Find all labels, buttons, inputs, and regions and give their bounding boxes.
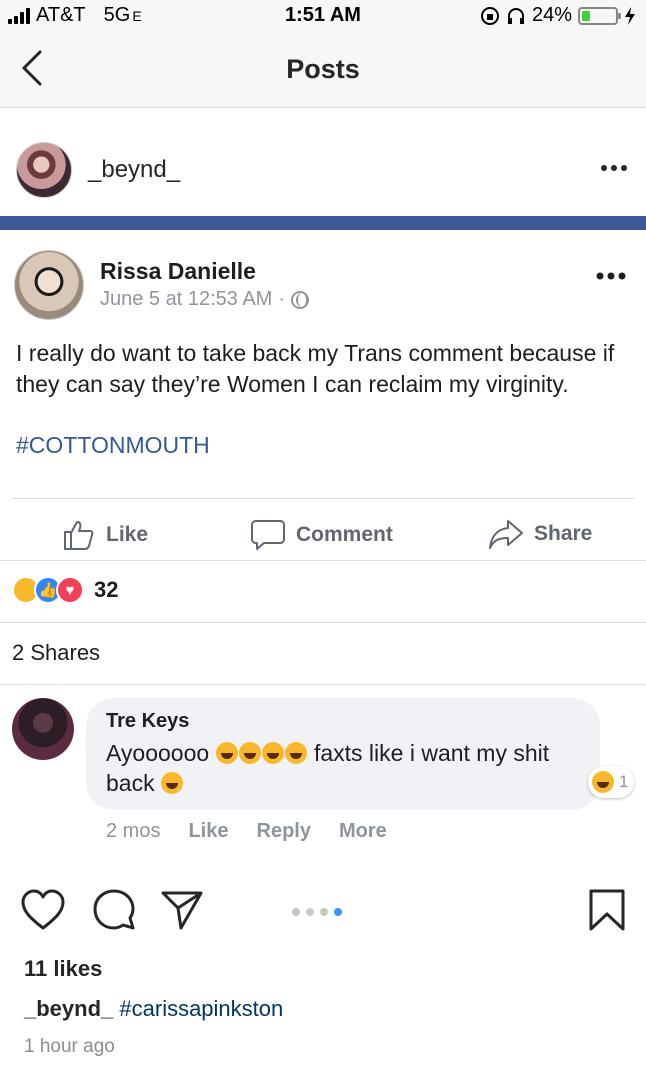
battery-percent: 24% (531, 4, 572, 26)
heart-icon[interactable] (20, 888, 66, 932)
bookmark-icon[interactable] (588, 888, 626, 932)
globe-icon (291, 290, 310, 309)
fb-action-row: Like Comment Share (0, 510, 646, 570)
comment-more: More (338, 820, 387, 842)
fb-like-button: Like (62, 518, 148, 552)
caption: _beynd_ #carissapinkston (24, 996, 283, 1022)
fb-like-label: Like (106, 523, 149, 546)
speech-bubble-icon[interactable] (92, 888, 136, 932)
signal-icon (8, 7, 30, 24)
carousel-dot (334, 908, 342, 916)
share-arrow-icon (489, 520, 523, 549)
post-username[interactable]: _beynd_ (88, 156, 180, 184)
comment-text: Ayoooooo faxts like i want my shit back (106, 740, 550, 796)
caption-hashtag[interactable]: #carissapinkston (119, 996, 283, 1021)
fb-hashtag: #COTTONMOUTH (16, 432, 210, 458)
fb-avatar (14, 250, 84, 320)
post-time: 1 hour ago (24, 1036, 115, 1057)
comment-like: Like (188, 820, 229, 842)
post-image[interactable]: Rissa Danielle June 5 at 12:53 AM · I re… (0, 230, 646, 860)
comment-bubble: Tre Keys Ayoooooo faxts like i want my s… (86, 698, 600, 810)
network-label: 5G E (103, 4, 142, 26)
haha-reaction-icon (592, 771, 614, 793)
fb-comment-button: Comment (250, 518, 393, 552)
share-count: 2 Shares (12, 640, 101, 665)
comment-author: Tre Keys (106, 710, 190, 732)
comment-bubble-icon (251, 520, 285, 550)
fb-share-button: Share (488, 518, 592, 550)
laughing-emoji-icon (284, 742, 307, 764)
comment-avatar (12, 698, 74, 760)
nav-bar: Posts (0, 30, 646, 108)
fb-post-text: I really do want to take back my Trans c… (16, 340, 615, 397)
status-right: 24% (480, 4, 636, 27)
divider (0, 560, 646, 561)
page-title: Posts (286, 54, 360, 84)
battery-icon (578, 6, 621, 25)
ig-action-bar (0, 888, 646, 938)
like-count[interactable]: 11 likes (24, 956, 102, 982)
fb-author-name: Rissa Danielle (100, 258, 256, 284)
carousel-dot (292, 908, 300, 916)
more-dots-icon[interactable] (600, 164, 628, 172)
caption-username[interactable]: _beynd_ (24, 996, 113, 1021)
avatar[interactable] (16, 142, 72, 198)
comment-reply: Reply (256, 820, 311, 842)
carousel-dot (306, 908, 314, 916)
divider (12, 498, 634, 499)
comment-actions: 2 mos Like Reply More (106, 820, 387, 843)
fb-reactions: 👍 ♥ 32 (12, 576, 118, 604)
reaction-count: 32 (94, 577, 119, 602)
headphones-icon (507, 7, 524, 24)
fb-post-meta: June 5 at 12:53 AM · (100, 288, 310, 311)
carrier-label: AT&T (36, 4, 86, 26)
divider (0, 684, 646, 685)
fb-more-dots-icon (596, 272, 626, 280)
fb-top-bar (0, 216, 646, 230)
laughing-emoji-icon (215, 742, 238, 764)
fb-timestamp: June 5 at 12:53 AM (100, 288, 273, 310)
post-header: _beynd_ (0, 108, 646, 216)
status-bar: AT&T 5G E 1:51 AM 24% (0, 0, 646, 30)
laughing-emoji-icon (261, 742, 284, 764)
rotation-lock-icon (480, 6, 499, 25)
divider (0, 622, 646, 623)
status-left: AT&T 5G E (8, 4, 142, 27)
carousel-dot (320, 908, 328, 916)
love-reaction-icon: ♥ (56, 576, 84, 604)
crying-emoji-icon (160, 772, 183, 794)
comment-reaction-count: 1 (619, 772, 629, 791)
like-thumb-icon (64, 521, 94, 550)
fb-comment-label: Comment (296, 523, 393, 546)
comment-time: 2 mos (106, 820, 161, 842)
laughing-emoji-icon (238, 742, 261, 764)
carousel-indicator (292, 908, 342, 916)
meta-separator: · (278, 288, 286, 310)
fb-share-label: Share (534, 522, 593, 545)
comment-reaction: 1 (588, 766, 635, 798)
charging-bolt-icon (625, 6, 635, 25)
send-icon[interactable] (160, 888, 204, 932)
